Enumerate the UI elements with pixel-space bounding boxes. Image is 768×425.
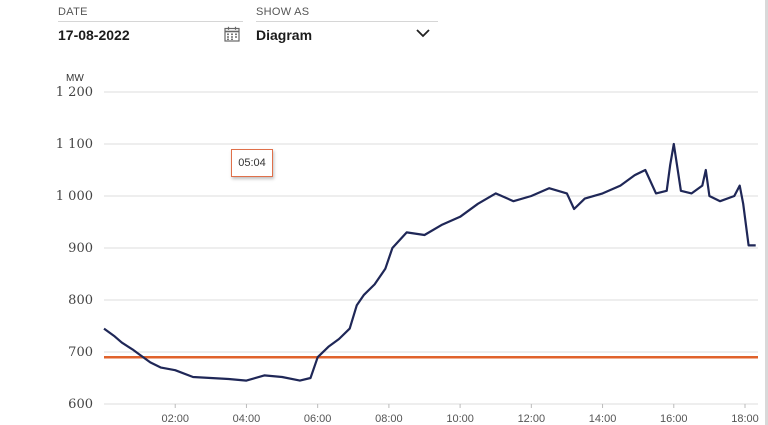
x-tick-label: 18:00 (731, 413, 759, 425)
x-axis-ticks: 02:00 04:00 06:00 08:00 10:00 12:00 14:00 16:00… (161, 404, 759, 425)
hover-tooltip: 05:04 (231, 149, 273, 177)
y-tick-label: 700 (68, 345, 93, 360)
x-tick-label: 08:00 (375, 413, 403, 425)
y-axis-unit: MW (66, 73, 84, 84)
y-tick-label: 900 (68, 241, 93, 256)
x-tick-label: 16:00 (660, 413, 688, 425)
y-tick-label: 1 200 (56, 85, 93, 100)
x-tick-label: 12:00 (518, 413, 546, 425)
x-tick-label: 02:00 (161, 413, 189, 425)
series-line (103, 142, 756, 382)
power-chart: MW 600 700 800 900 1 000 1 100 1 200 02:00 04:0… (56, 73, 759, 425)
y-tick-label: 1 000 (56, 189, 93, 204)
y-tick-label: 600 (68, 397, 93, 412)
y-tick-label: 1 100 (56, 137, 93, 152)
x-tick-label: 04:00 (233, 413, 261, 425)
y-tick-label: 800 (68, 293, 93, 308)
x-tick-label: 06:00 (304, 413, 332, 425)
y-axis-ticks: 600 700 800 900 1 000 1 100 1 200 (56, 85, 93, 412)
x-tick-label: 14:00 (589, 413, 617, 425)
tooltip-time: 05:04 (238, 157, 266, 169)
x-tick-label: 10:00 (446, 413, 474, 425)
